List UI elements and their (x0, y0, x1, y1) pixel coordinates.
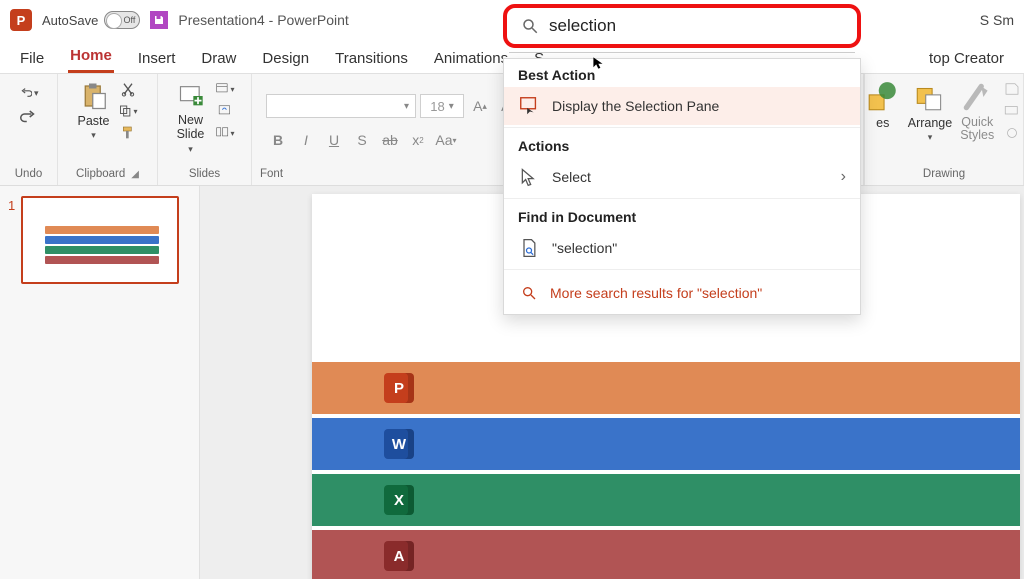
dialog-launcher-icon[interactable]: ◢ (131, 169, 139, 180)
font-name-combo[interactable]: ▾ (266, 94, 416, 118)
slide-bar-word[interactable]: W (312, 418, 1020, 470)
document-title: Presentation4 - PowerPoint (178, 12, 348, 28)
tab-home[interactable]: Home (68, 41, 114, 73)
autosave-label: AutoSave (42, 13, 98, 28)
layout-button[interactable]: ▾ (215, 80, 235, 98)
tab-file[interactable]: File (18, 44, 46, 73)
subscript-button[interactable]: x2 (406, 128, 430, 152)
slide-thumbnail-1[interactable] (21, 196, 179, 284)
new-slide-button[interactable]: New Slide ▾ (175, 80, 207, 155)
underline-button[interactable]: U (322, 128, 346, 152)
arrange-button[interactable]: Arrange ▾ (908, 80, 952, 143)
result-label: Select (552, 169, 591, 185)
tab-transitions[interactable]: Transitions (333, 44, 410, 73)
mouse-cursor-icon (592, 56, 606, 70)
increase-font-button[interactable]: A▴ (468, 94, 492, 118)
best-action-heading: Best Action (504, 59, 860, 87)
shape-fill-button[interactable] (1002, 80, 1022, 98)
result-select[interactable]: Select › (504, 158, 860, 196)
selection-pane-icon (518, 95, 540, 117)
cut-button[interactable] (118, 80, 138, 98)
strikethrough-button[interactable]: ab (378, 128, 402, 152)
more-label: More search results for "selection" (550, 285, 762, 301)
group-label: Font (260, 168, 283, 180)
search-results-panel: Best Action Display the Selection Pane A… (503, 58, 861, 315)
powerpoint-app-icon: P (10, 9, 32, 31)
access-icon: A (384, 541, 414, 571)
slide-bar-excel[interactable]: X (312, 474, 1020, 526)
slide-number: 1 (8, 196, 15, 284)
chevron-right-icon: › (841, 168, 846, 186)
paste-button[interactable]: Paste ▾ (78, 80, 110, 141)
group-drawing: es Arrange ▾ Quick Styles Drawing (864, 74, 1024, 185)
tab-draw[interactable]: Draw (199, 44, 238, 73)
group-clipboard: Paste ▾ ▾ Clipboard ◢ (58, 74, 158, 185)
result-find-selection[interactable]: "selection" (504, 229, 860, 267)
slide-thumbnail-panel[interactable]: 1 (0, 186, 200, 579)
italic-button[interactable]: I (294, 128, 318, 152)
result-label: "selection" (552, 240, 617, 256)
shape-outline-button[interactable] (1002, 102, 1022, 120)
tab-design[interactable]: Design (260, 44, 311, 73)
search-icon (519, 15, 541, 37)
autosave-toggle[interactable]: AutoSave Off (42, 11, 140, 29)
reset-button[interactable] (215, 102, 235, 120)
actions-heading: Actions (504, 130, 860, 158)
font-size-combo[interactable]: 18▾ (420, 94, 464, 118)
document-search-icon (518, 237, 540, 259)
pointer-icon (518, 166, 540, 188)
section-button[interactable]: ▾ (215, 124, 235, 142)
slide-bar-access[interactable]: A (312, 530, 1020, 579)
search-input[interactable] (549, 16, 845, 36)
shadow-button[interactable]: S (350, 128, 374, 152)
undo-button[interactable]: ▾ (19, 84, 39, 102)
tell-me-search[interactable] (503, 4, 861, 53)
slide-bar-powerpoint[interactable]: P (312, 362, 1020, 414)
group-undo: ▾ Undo (0, 74, 58, 185)
redo-button[interactable] (19, 108, 39, 126)
group-slides: New Slide ▾ ▾ ▾ Slides (158, 74, 252, 185)
tab-desktop-creator-truncated[interactable]: top Creator (927, 44, 1006, 73)
shape-effects-button[interactable] (1002, 124, 1022, 142)
toggle-off-icon[interactable]: Off (104, 11, 140, 29)
user-name[interactable]: S Sm (980, 12, 1014, 28)
group-label: Drawing (923, 168, 965, 180)
change-case-button[interactable]: Aa▾ (434, 128, 458, 152)
copy-button[interactable]: ▾ (118, 102, 138, 120)
format-painter-button[interactable] (118, 124, 138, 142)
excel-icon: X (384, 485, 414, 515)
search-icon (518, 282, 540, 304)
word-icon: W (384, 429, 414, 459)
find-heading: Find in Document (504, 201, 860, 229)
group-label: Clipboard (76, 168, 125, 180)
bold-button[interactable]: B (266, 128, 290, 152)
result-display-selection-pane[interactable]: Display the Selection Pane (504, 87, 860, 125)
group-label: Undo (15, 166, 43, 183)
save-icon[interactable] (150, 11, 168, 29)
group-label: Slides (189, 166, 220, 183)
result-label: Display the Selection Pane (552, 98, 719, 114)
quick-styles-button[interactable]: Quick Styles (960, 80, 994, 142)
powerpoint-icon: P (384, 373, 414, 403)
shapes-button[interactable]: es (866, 80, 900, 130)
tab-animations[interactable]: Animations (432, 44, 510, 73)
tab-insert[interactable]: Insert (136, 44, 178, 73)
more-search-results[interactable]: More search results for "selection" (504, 272, 860, 314)
